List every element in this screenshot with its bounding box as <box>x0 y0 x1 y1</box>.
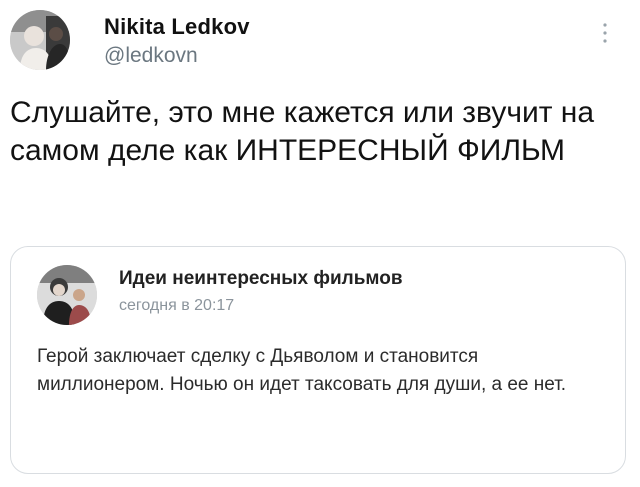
group-photo-avatar-icon <box>37 265 97 325</box>
quoted-post-card[interactable]: Идеи неинтересных фильмов сегодня в 20:1… <box>10 246 626 474</box>
quoted-author-avatar[interactable] <box>37 265 97 325</box>
quoted-post-text: Герой заключает сделку с Дьяволом и стан… <box>37 346 567 395</box>
more-vertical-icon[interactable] <box>598 18 612 52</box>
display-name[interactable]: Nikita Ledkov <box>104 14 250 40</box>
user-photo-avatar-icon <box>10 10 70 70</box>
quoted-timestamp: сегодня в 20:17 <box>119 297 235 314</box>
tweet: Nikita Ledkov @ledkovn Слушайте, это мне… <box>0 0 640 487</box>
user-avatar[interactable] <box>10 10 70 70</box>
tweet-text: Слушайте, это мне кажется или звучит на … <box>10 96 595 167</box>
user-handle[interactable]: @ledkovn <box>104 44 198 68</box>
quoted-author-name[interactable]: Идеи неинтересных фильмов <box>119 268 403 290</box>
